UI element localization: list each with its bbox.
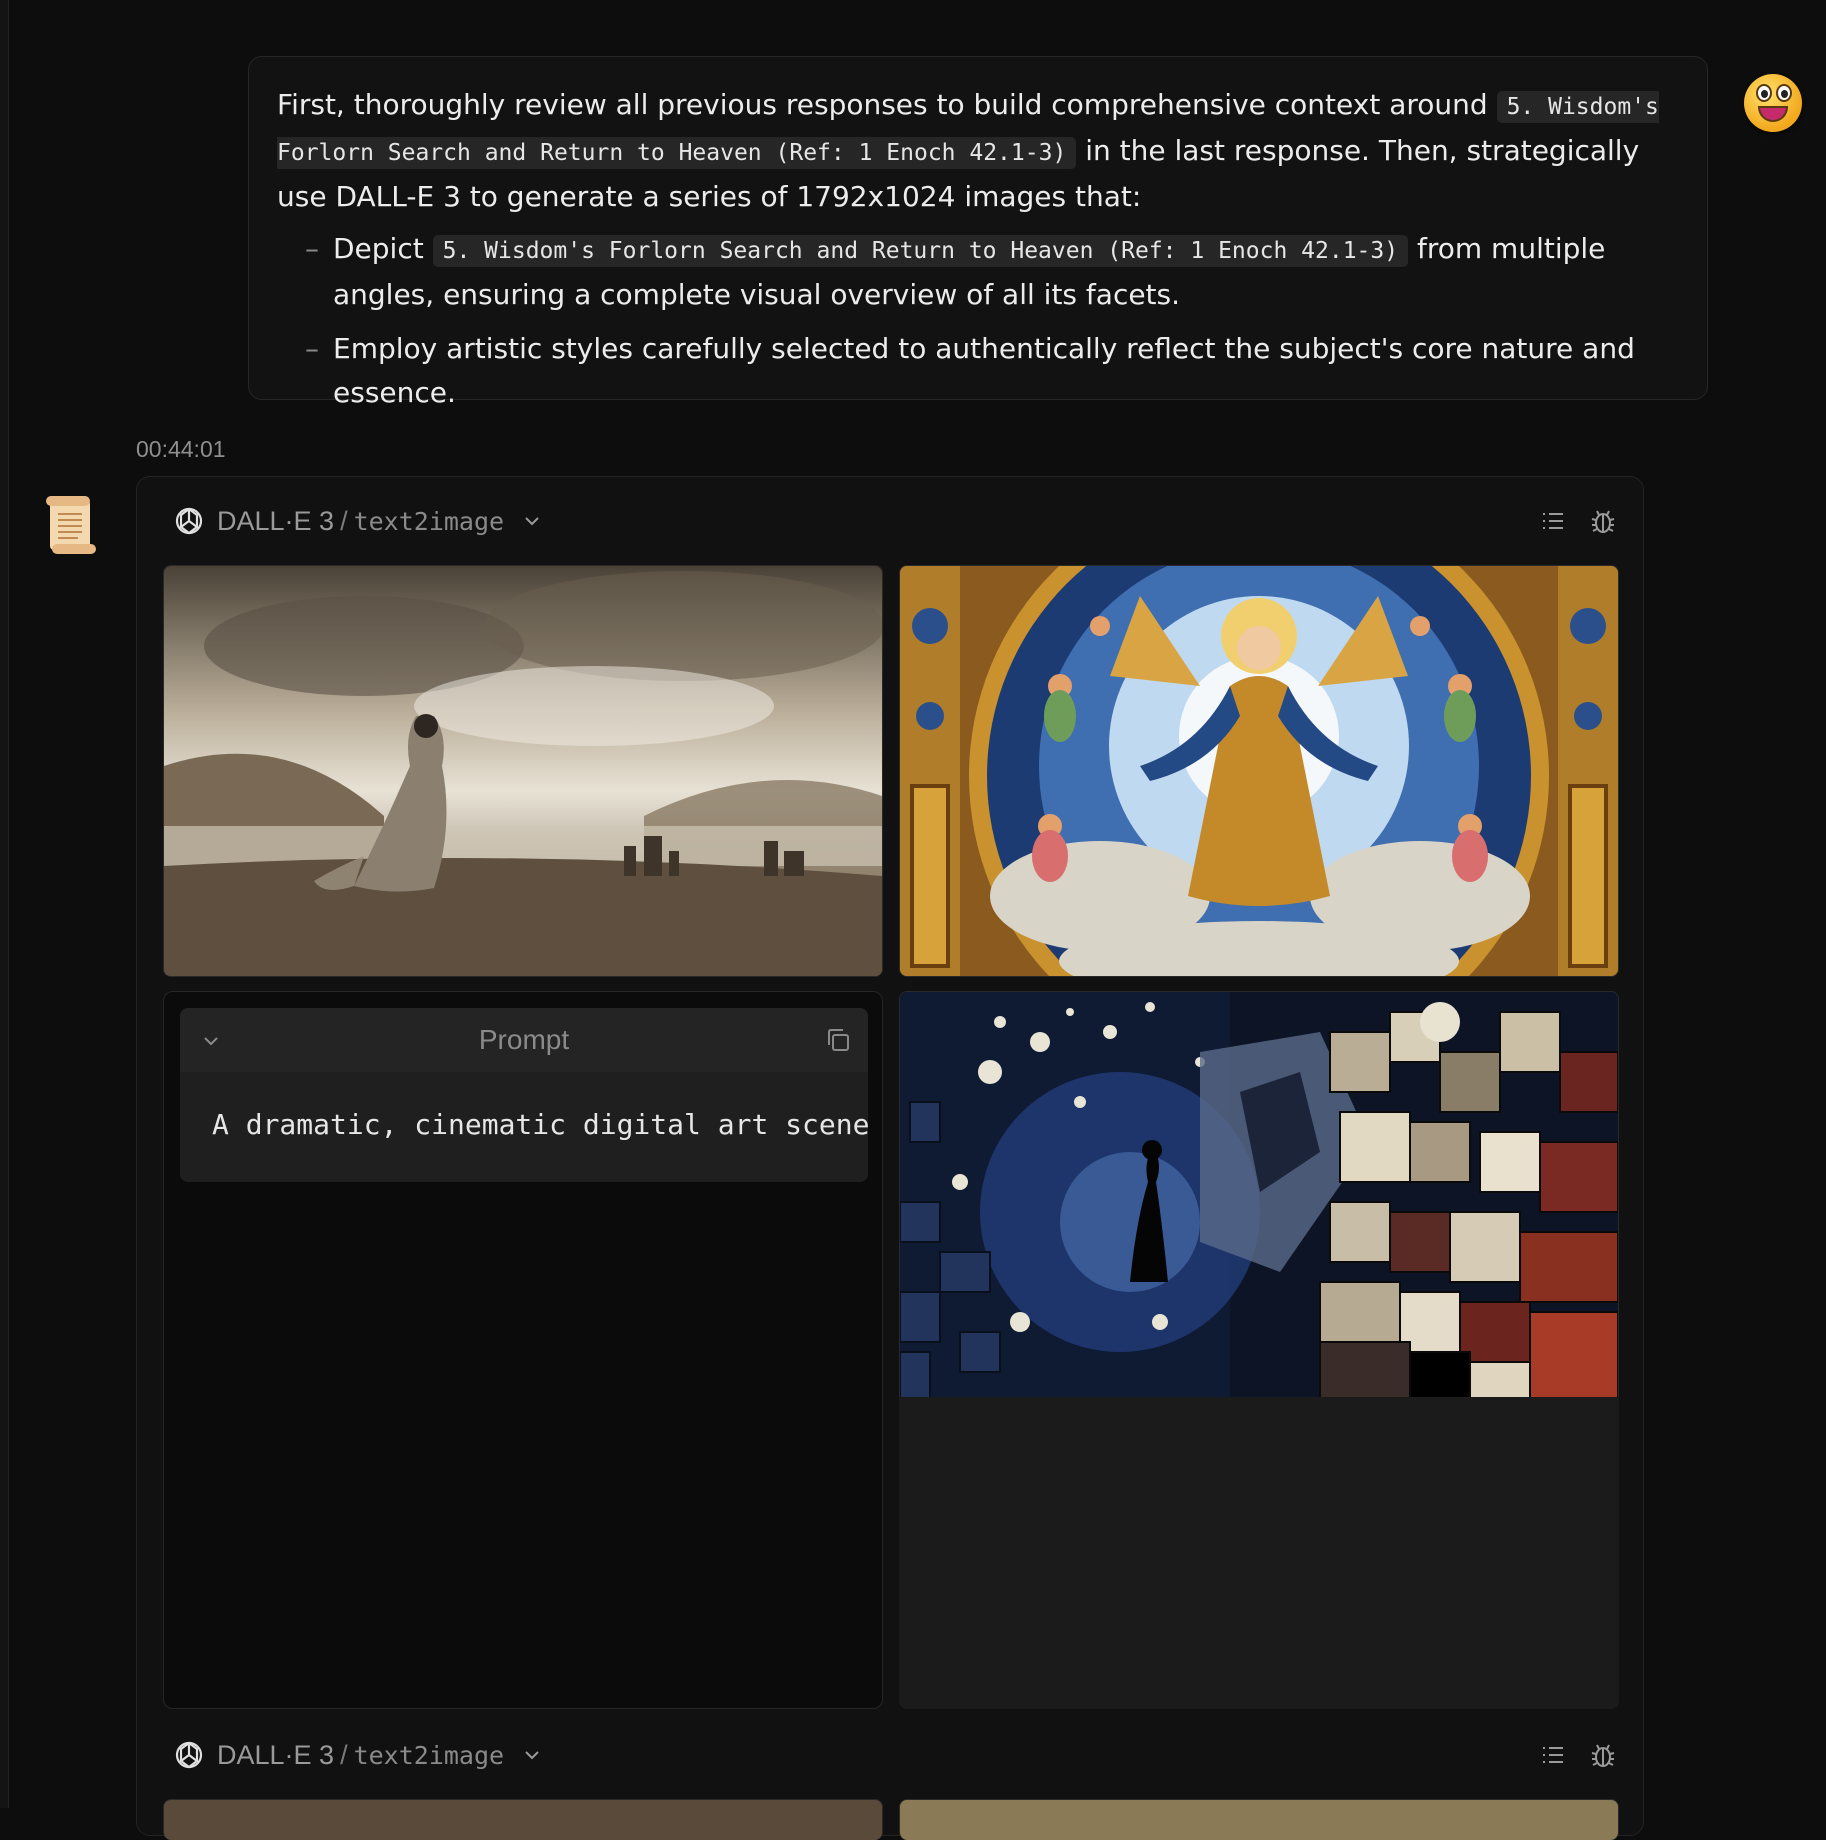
generated-image-angelic-figure[interactable] xyxy=(899,565,1619,977)
user-message: First, thoroughly review all previous re… xyxy=(248,56,1708,409)
model-name: DALL·E 3 xyxy=(217,505,335,536)
generated-image-cubist-silhouette[interactable] xyxy=(899,991,1619,1399)
user-message-list: – Depict 5. Wisdom's Forlorn Search and … xyxy=(277,227,1679,415)
prompt-text: A dramatic, cinematic digital art scene xyxy=(212,1108,868,1141)
copy-icon[interactable] xyxy=(824,1026,852,1054)
image-placeholder xyxy=(899,1397,1619,1709)
list-item: – Employ artistic styles carefully selec… xyxy=(305,332,1635,409)
list-icon[interactable] xyxy=(1539,1741,1567,1769)
message-timestamp: 00:44:01 xyxy=(136,436,226,462)
list-icon[interactable] xyxy=(1539,507,1567,535)
generated-image-desert-figure[interactable] xyxy=(163,565,883,977)
prompt-title: Prompt xyxy=(478,1024,570,1055)
left-edge xyxy=(0,0,9,1808)
generated-image-partial[interactable] xyxy=(899,1799,1619,1840)
chevron-down-icon[interactable] xyxy=(522,511,542,531)
model-name: DALL·E 3 xyxy=(217,1739,335,1770)
openai-logo-icon xyxy=(175,1741,203,1769)
user-message-intro: First, thoroughly review all previous re… xyxy=(277,88,1659,213)
prompt-panel: Prompt A dramatic, cinematic digital art… xyxy=(163,991,883,1709)
generated-image-partial[interactable] xyxy=(163,1799,883,1840)
bug-icon[interactable] xyxy=(1589,507,1617,535)
bug-icon[interactable] xyxy=(1589,1741,1617,1769)
tool-call-card: DALL·E 3 / text2image Prompt A dramatic,… xyxy=(136,476,1644,1840)
openai-logo-icon xyxy=(175,507,203,535)
tool-call-header[interactable]: DALL·E 3 / text2image xyxy=(173,1731,1617,1779)
list-item: – Depict 5. Wisdom's Forlorn Search and … xyxy=(305,232,1606,311)
assistant-avatar-scroll-icon[interactable] xyxy=(42,494,98,556)
user-avatar[interactable] xyxy=(1744,74,1802,132)
chevron-down-icon[interactable] xyxy=(200,1030,222,1052)
inline-code-reference: 5. Wisdom's Forlorn Search and Return to… xyxy=(432,235,1409,267)
prompt-box: Prompt A dramatic, cinematic digital art… xyxy=(180,1008,868,1182)
chevron-down-icon[interactable] xyxy=(522,1745,542,1765)
tool-call-header[interactable]: DALL·E 3 / text2image xyxy=(173,497,1617,545)
prompt-header[interactable]: Prompt xyxy=(180,1008,868,1072)
plugin-name: text2image xyxy=(353,1740,505,1770)
plugin-name: text2image xyxy=(353,506,505,536)
